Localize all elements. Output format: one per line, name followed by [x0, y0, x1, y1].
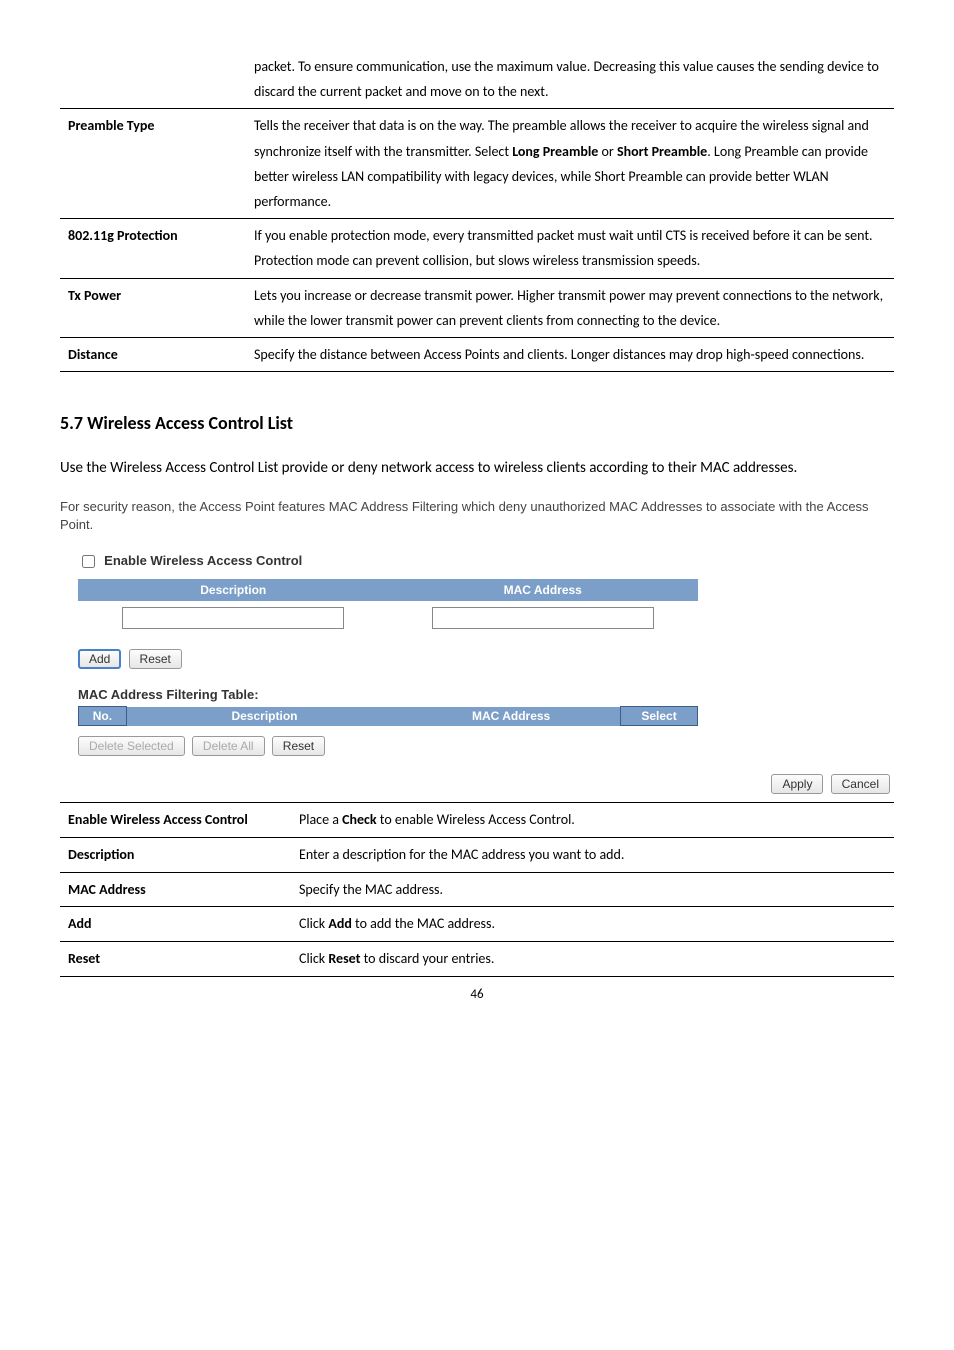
row-label: 802.11g Protection: [60, 219, 246, 278]
row-desc: If you enable protection mode, every tra…: [246, 219, 894, 278]
row-desc: Specify the distance between Access Poin…: [246, 337, 894, 371]
row-desc: Click Add to add the MAC address.: [291, 907, 894, 942]
delete-all-button[interactable]: Delete All: [192, 736, 265, 756]
filtering-table-title: MAC Address Filtering Table:: [78, 687, 894, 702]
row-label: Reset: [60, 942, 291, 977]
row-desc: Place a Check to enable Wireless Access …: [291, 803, 894, 838]
col-mac: MAC Address: [388, 580, 698, 601]
enable-wac-label: Enable Wireless Access Control: [104, 553, 302, 568]
definitions-table-2: Enable Wireless Access Control Place a C…: [60, 802, 894, 977]
add-button[interactable]: Add: [78, 649, 121, 669]
col-select: Select: [621, 707, 698, 726]
col-description: Description: [79, 580, 389, 601]
apply-button[interactable]: Apply: [771, 774, 823, 794]
reset-button[interactable]: Reset: [129, 649, 182, 669]
definitions-table-1: packet. To ensure communication, use the…: [60, 50, 894, 372]
delete-selected-button[interactable]: Delete Selected: [78, 736, 185, 756]
row-desc: packet. To ensure communication, use the…: [246, 50, 894, 109]
row-label: Description: [60, 837, 291, 872]
col-no: No.: [79, 707, 127, 726]
row-label: Preamble Type: [60, 109, 246, 219]
row-label: Enable Wireless Access Control: [60, 803, 291, 838]
page-number: 46: [60, 987, 894, 1002]
row-label: MAC Address: [60, 872, 291, 907]
row-desc: Click Reset to discard your entries.: [291, 942, 894, 977]
row-label: Distance: [60, 337, 246, 371]
mac-filtering-table: No. Description MAC Address Select: [78, 706, 698, 726]
intro-text: Use the Wireless Access Control List pro…: [60, 454, 894, 483]
col-description: Description: [126, 707, 402, 726]
mac-input-table: Description MAC Address: [78, 579, 698, 639]
reset-button-2[interactable]: Reset: [272, 736, 325, 756]
row-desc: Enter a description for the MAC address …: [291, 837, 894, 872]
row-desc: Specify the MAC address.: [291, 872, 894, 907]
col-mac: MAC Address: [402, 707, 620, 726]
row-label: Tx Power: [60, 278, 246, 337]
row-label: [60, 50, 246, 109]
description-input[interactable]: [122, 607, 344, 629]
sub-text: For security reason, the Access Point fe…: [60, 498, 894, 534]
enable-wac-row: Enable Wireless Access Control: [78, 552, 894, 571]
row-desc: Tells the receiver that data is on the w…: [246, 109, 894, 219]
mac-input[interactable]: [432, 607, 654, 629]
section-heading: 5.7 Wireless Access Control List: [60, 412, 894, 434]
row-desc: Lets you increase or decrease transmit p…: [246, 278, 894, 337]
cancel-button[interactable]: Cancel: [831, 774, 890, 794]
row-label: Add: [60, 907, 291, 942]
enable-wac-checkbox[interactable]: [82, 555, 95, 568]
